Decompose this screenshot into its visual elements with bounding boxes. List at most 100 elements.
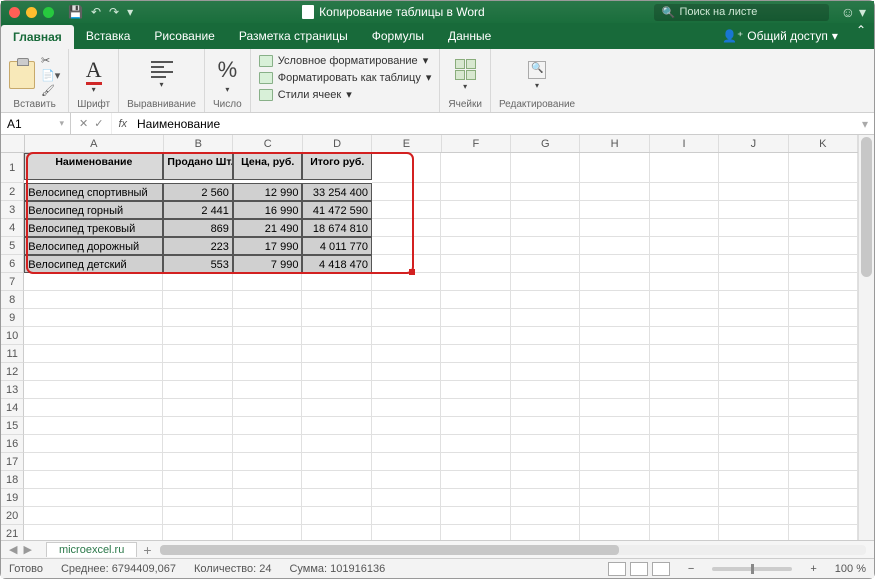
format-painter-icon[interactable]: 🖌 bbox=[41, 84, 60, 97]
cell[interactable] bbox=[580, 471, 649, 489]
cell[interactable] bbox=[719, 237, 788, 255]
cell[interactable] bbox=[789, 435, 858, 453]
cell[interactable] bbox=[24, 435, 163, 453]
cell[interactable] bbox=[719, 363, 788, 381]
cell[interactable] bbox=[789, 399, 858, 417]
cell[interactable] bbox=[789, 201, 858, 219]
cell[interactable]: Велосипед трековый bbox=[24, 219, 163, 237]
cell[interactable] bbox=[233, 291, 302, 309]
row-header[interactable]: 7 bbox=[1, 273, 24, 291]
font-button[interactable]: A▾ bbox=[86, 57, 102, 94]
cell[interactable] bbox=[163, 453, 232, 471]
cell[interactable]: 7 990 bbox=[233, 255, 303, 273]
cell[interactable] bbox=[511, 435, 580, 453]
row-header[interactable]: 2 bbox=[1, 183, 24, 201]
redo-icon[interactable]: ↷ bbox=[109, 5, 119, 19]
cell[interactable] bbox=[789, 507, 858, 525]
cell[interactable] bbox=[372, 417, 441, 435]
cell[interactable] bbox=[511, 453, 580, 471]
cell[interactable] bbox=[511, 363, 580, 381]
row-header[interactable]: 20 bbox=[1, 507, 24, 525]
cell[interactable] bbox=[789, 153, 858, 183]
cell[interactable] bbox=[511, 345, 580, 363]
cell[interactable] bbox=[24, 363, 163, 381]
cell[interactable] bbox=[789, 219, 858, 237]
cell[interactable] bbox=[789, 309, 858, 327]
cell[interactable] bbox=[789, 237, 858, 255]
cell[interactable] bbox=[789, 363, 858, 381]
cell[interactable] bbox=[650, 201, 719, 219]
cell[interactable] bbox=[163, 525, 232, 540]
cell[interactable] bbox=[163, 399, 232, 417]
col-header-k[interactable]: K bbox=[789, 135, 858, 152]
col-header-g[interactable]: G bbox=[511, 135, 580, 152]
cell[interactable] bbox=[580, 201, 649, 219]
cell[interactable] bbox=[372, 381, 441, 399]
cell[interactable] bbox=[233, 525, 302, 540]
cell[interactable] bbox=[650, 453, 719, 471]
cell[interactable] bbox=[24, 399, 163, 417]
cell[interactable] bbox=[302, 309, 371, 327]
cell[interactable] bbox=[233, 417, 302, 435]
cell[interactable]: 223 bbox=[163, 237, 233, 255]
editing-button[interactable]: ▾ bbox=[528, 61, 546, 90]
cell[interactable] bbox=[441, 201, 510, 219]
cell[interactable]: 869 bbox=[163, 219, 233, 237]
cell[interactable] bbox=[372, 399, 441, 417]
cell[interactable] bbox=[719, 273, 788, 291]
cell[interactable] bbox=[719, 291, 788, 309]
cell[interactable] bbox=[650, 507, 719, 525]
cell[interactable]: Цена, руб. bbox=[233, 153, 303, 180]
cell[interactable] bbox=[24, 291, 163, 309]
cell[interactable] bbox=[163, 489, 232, 507]
cell[interactable] bbox=[789, 471, 858, 489]
row-header[interactable]: 12 bbox=[1, 363, 24, 381]
zoom-in-button[interactable]: + bbox=[810, 563, 816, 575]
cell[interactable] bbox=[511, 201, 580, 219]
row-header[interactable]: 16 bbox=[1, 435, 24, 453]
cell[interactable] bbox=[441, 381, 510, 399]
cell[interactable] bbox=[24, 525, 163, 540]
cell[interactable] bbox=[163, 435, 232, 453]
col-header-i[interactable]: I bbox=[650, 135, 719, 152]
cell[interactable] bbox=[233, 345, 302, 363]
cell[interactable] bbox=[580, 345, 649, 363]
cell[interactable] bbox=[650, 273, 719, 291]
cell[interactable] bbox=[233, 399, 302, 417]
cell[interactable] bbox=[580, 273, 649, 291]
row-header[interactable]: 13 bbox=[1, 381, 24, 399]
formula-input[interactable]: Наименование bbox=[133, 117, 856, 131]
zoom-window-icon[interactable] bbox=[43, 7, 54, 18]
cell[interactable]: 41 472 590 bbox=[302, 201, 372, 219]
cell[interactable] bbox=[511, 237, 580, 255]
cell[interactable] bbox=[441, 327, 510, 345]
cell[interactable] bbox=[24, 489, 163, 507]
cell[interactable] bbox=[302, 345, 371, 363]
cell[interactable] bbox=[580, 363, 649, 381]
cell[interactable] bbox=[163, 507, 232, 525]
cell[interactable] bbox=[511, 525, 580, 540]
cell[interactable] bbox=[302, 471, 371, 489]
cell[interactable] bbox=[302, 291, 371, 309]
cell[interactable] bbox=[511, 327, 580, 345]
cell[interactable] bbox=[789, 525, 858, 540]
select-all-corner[interactable] bbox=[1, 135, 25, 152]
cell[interactable] bbox=[719, 525, 788, 540]
cell[interactable] bbox=[719, 255, 788, 273]
horizontal-scrollbar[interactable] bbox=[160, 545, 866, 555]
cell[interactable] bbox=[511, 291, 580, 309]
cell[interactable] bbox=[789, 345, 858, 363]
row-header[interactable]: 5 bbox=[1, 237, 24, 255]
cell[interactable] bbox=[580, 255, 649, 273]
cell[interactable] bbox=[24, 453, 163, 471]
cell[interactable] bbox=[789, 183, 858, 201]
cell[interactable] bbox=[163, 417, 232, 435]
cell[interactable] bbox=[24, 417, 163, 435]
cell[interactable] bbox=[302, 399, 371, 417]
cell[interactable] bbox=[580, 291, 649, 309]
cell[interactable]: Продано Шт. bbox=[163, 153, 233, 180]
row-header[interactable]: 21 bbox=[1, 525, 24, 540]
cell[interactable] bbox=[580, 327, 649, 345]
cell[interactable] bbox=[441, 291, 510, 309]
cell[interactable] bbox=[650, 345, 719, 363]
